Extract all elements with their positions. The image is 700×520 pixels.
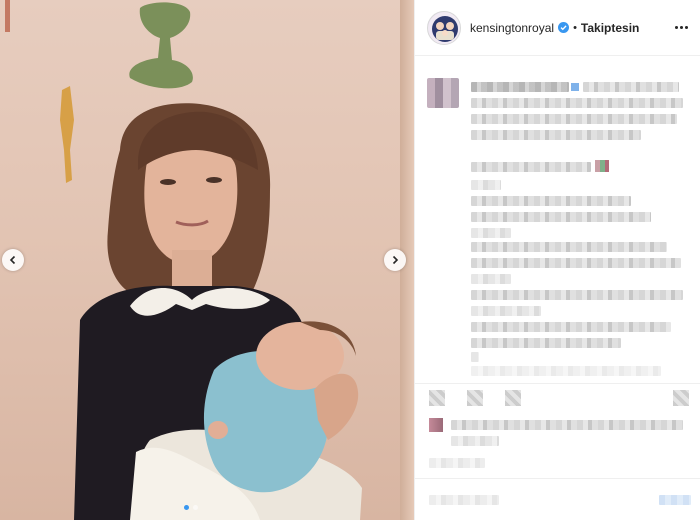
pixelated-emoji — [595, 160, 609, 172]
pixelated-text — [471, 130, 641, 140]
pixelated-text — [471, 114, 677, 124]
pixelated-badge — [571, 83, 579, 91]
commenter-avatar-pixelated — [427, 78, 459, 108]
chevron-right-icon — [392, 255, 399, 265]
pixelated-likes-text — [451, 436, 499, 446]
pixelated-text — [471, 212, 651, 222]
pixelated-text — [471, 322, 671, 332]
post-comment-button[interactable] — [659, 495, 691, 505]
comment-bar — [415, 478, 700, 520]
liker-avatar-pixelated — [429, 418, 443, 432]
pixelated-text — [471, 82, 569, 92]
pixelated-text — [471, 242, 667, 252]
pixelated-caption — [415, 0, 700, 380]
pixelated-likes-text — [451, 420, 683, 430]
previous-slide-button[interactable] — [2, 249, 24, 271]
pixelated-text — [471, 366, 661, 376]
pixelated-timestamp — [429, 458, 485, 468]
comment-input[interactable] — [429, 495, 499, 505]
comment-icon[interactable] — [467, 390, 483, 406]
post-side-panel: kensingtonroyal • Takiptesin — [414, 0, 700, 520]
carousel-indicator — [184, 505, 198, 510]
share-icon[interactable] — [505, 390, 521, 406]
carousel-dot — [193, 505, 198, 510]
pixelated-text — [471, 306, 541, 316]
pixelated-text — [471, 290, 683, 300]
heart-icon[interactable] — [429, 390, 445, 406]
pixelated-text — [471, 228, 511, 238]
next-slide-button[interactable] — [384, 249, 406, 271]
chevron-left-icon — [9, 255, 16, 265]
pixelated-text — [583, 82, 679, 92]
post-photo[interactable] — [0, 0, 414, 520]
pixelated-text — [471, 180, 501, 190]
pixelated-text — [471, 258, 681, 268]
pixelated-text — [471, 196, 631, 206]
pixelated-text — [471, 162, 591, 172]
post-actions — [415, 383, 700, 413]
pixelated-text — [471, 338, 621, 348]
bookmark-icon[interactable] — [673, 390, 689, 406]
pixelated-text — [471, 352, 479, 362]
carousel-dot-active — [184, 505, 189, 510]
pixelated-text — [471, 274, 511, 284]
vintage-photo-mother-with-baby — [5, 0, 362, 520]
pixelated-text — [471, 98, 683, 108]
